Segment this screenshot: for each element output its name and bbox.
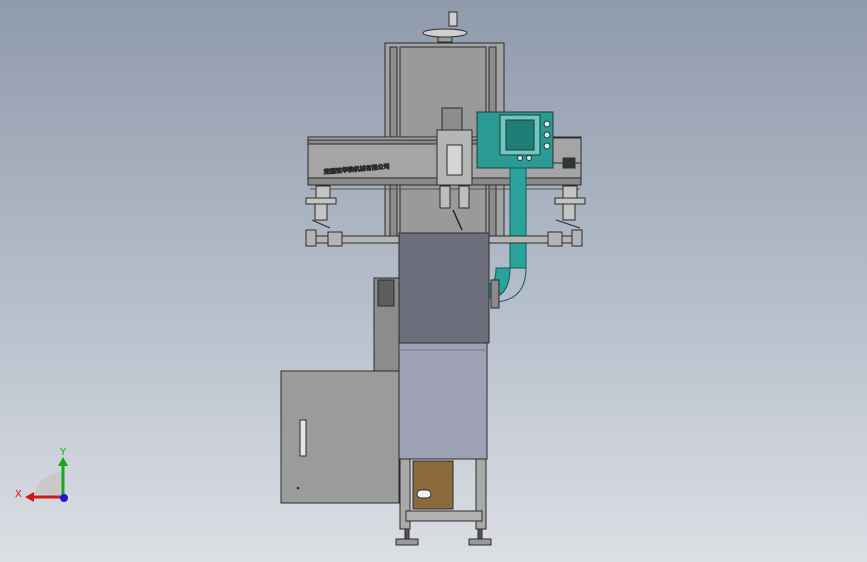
left-gripper [305,185,337,229]
top-handwheel [422,11,468,43]
cad-viewport[interactable]: 芜湖亚华铁机械有限公司 Y X [0,0,867,562]
triad-x-label: X [15,489,22,500]
triad-y-label: Y [59,447,67,458]
triad-base-icon [34,472,62,496]
triad-z-axis [60,494,68,502]
coordinate-triad: Y X [15,447,68,502]
cabinet [280,370,400,504]
control-box [476,111,582,169]
base-stand [395,458,492,546]
main-body [398,232,490,460]
right-gripper [554,185,586,229]
